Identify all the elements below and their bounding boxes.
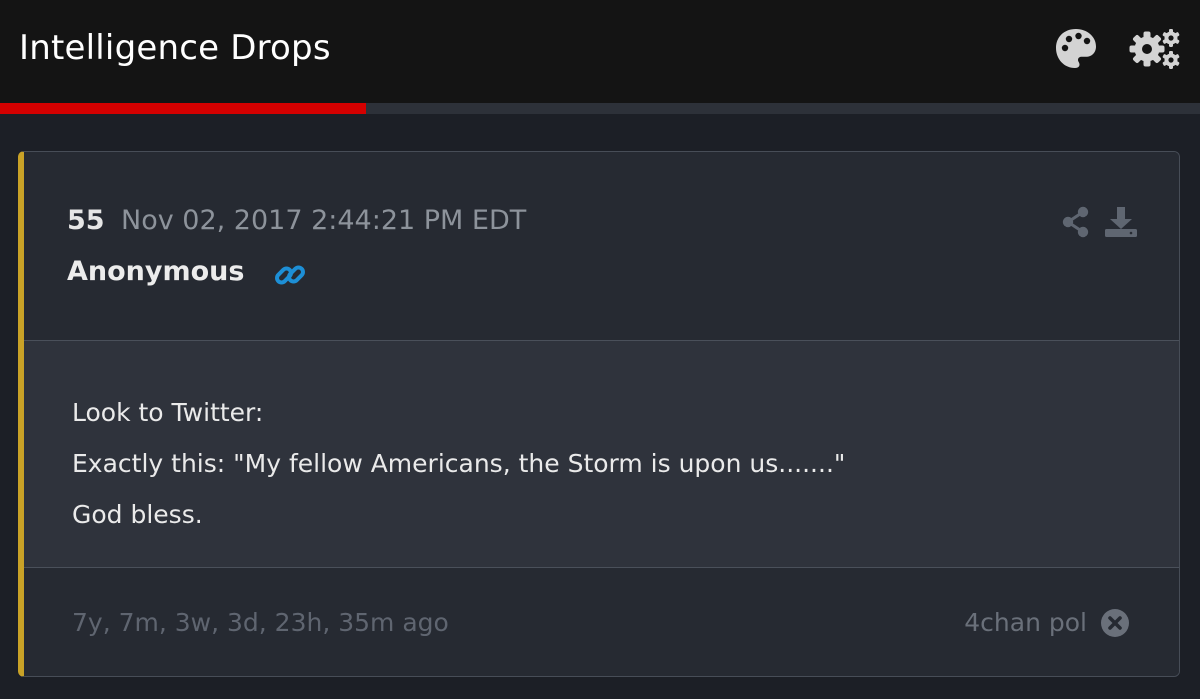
settings-icon[interactable]: [1129, 27, 1183, 75]
drop-card: 55 Nov 02, 2017 2:44:21 PM EDT Anonymous: [18, 151, 1180, 677]
time-ago: 7y, 7m, 3w, 3d, 23h, 35m ago: [72, 608, 449, 637]
app-title: Intelligence Drops: [19, 28, 331, 68]
app: Intelligence Drops 55 Nov 02, 2017 2:44:…: [0, 0, 1200, 699]
close-icon[interactable]: [1100, 608, 1130, 642]
card-header: 55 Nov 02, 2017 2:44:21 PM EDT Anonymous: [24, 152, 1179, 341]
post-number: 55: [67, 205, 105, 236]
progress-bar: [0, 103, 1200, 114]
share-icon[interactable]: [1061, 206, 1091, 242]
post-line: God bless.: [72, 500, 203, 529]
post-line: Look to Twitter:: [72, 398, 264, 427]
download-icon[interactable]: [1104, 206, 1138, 242]
post-line: Exactly this: "My fellow Americans, the …: [72, 449, 846, 478]
post-text: Look to Twitter: Exactly this: "My fello…: [72, 387, 845, 540]
progress-fill: [0, 103, 366, 114]
link-icon[interactable]: [273, 258, 307, 296]
author-name: Anonymous: [67, 256, 245, 287]
card-footer: 7y, 7m, 3w, 3d, 23h, 35m ago 4chan pol: [24, 568, 1179, 676]
source-label: 4chan pol: [964, 608, 1087, 637]
palette-icon[interactable]: [1054, 27, 1098, 75]
card-body: Look to Twitter: Exactly this: "My fello…: [24, 341, 1179, 568]
top-bar: Intelligence Drops: [0, 0, 1200, 103]
post-date: Nov 02, 2017 2:44:21 PM EDT: [121, 205, 527, 236]
